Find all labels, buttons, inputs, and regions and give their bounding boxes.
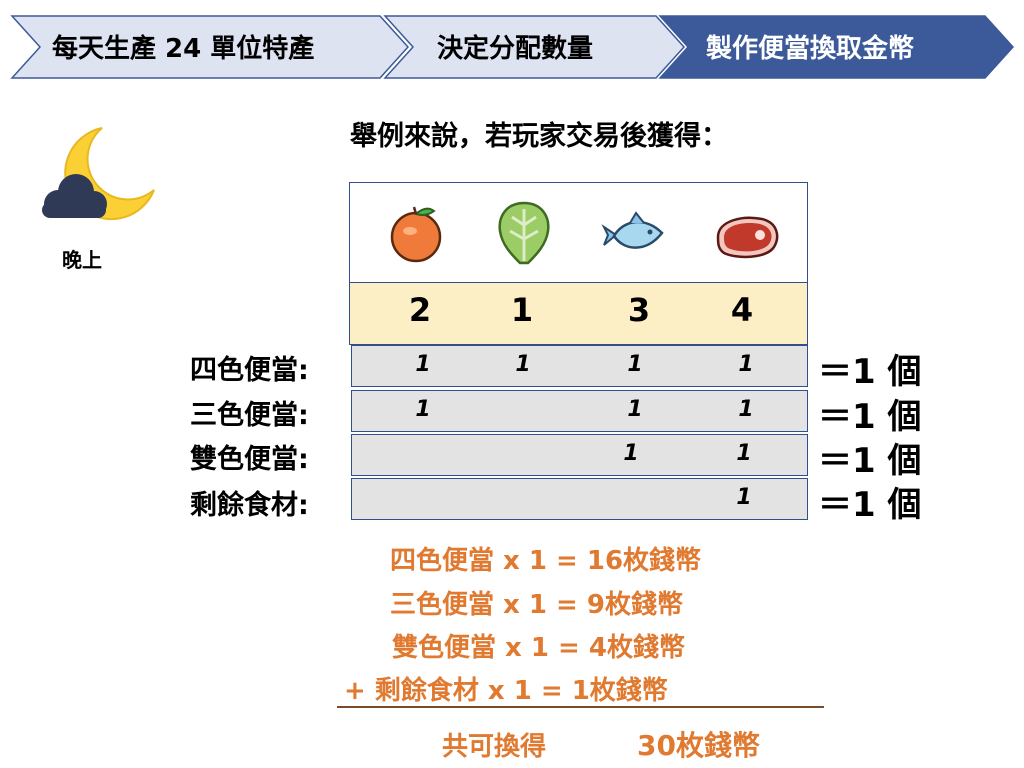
bento-cell: 1 <box>738 352 754 377</box>
ingredient-icon-panel <box>349 182 808 283</box>
meat-qty: 4 <box>730 291 754 329</box>
bento-row-label: 四色便當: <box>190 355 309 386</box>
meat-icon <box>716 216 779 259</box>
orange-icon <box>390 206 442 263</box>
bento-cell: 1 <box>515 352 531 377</box>
bento-row: 1 1 1 <box>351 390 808 432</box>
lettuce-qty: 1 <box>510 291 534 329</box>
bento-cell: 1 <box>736 485 752 510</box>
step-progress-bar: 每天生產 24 單位特產 決定分配數量 製作便當換取金幣 <box>0 14 1024 80</box>
step-1-label[interactable]: 每天生產 24 單位特產 <box>52 28 314 65</box>
moon-cloud-icon <box>42 127 155 221</box>
fish-icon <box>601 211 664 249</box>
example-heading: 舉例來說，若玩家交易後獲得： <box>350 121 728 152</box>
total-value: 30枚錢幣 <box>637 729 760 762</box>
sum-line-leftover: + 剩餘食材 x 1 = 1枚錢幣 <box>344 676 668 706</box>
bento-cell: 1 <box>627 352 643 377</box>
bento-row-label: 剩餘食材: <box>190 490 309 521</box>
sum-line-two-color: 雙色便當 x 1 = 4枚錢幣 <box>392 633 685 663</box>
sum-line-four-color: 四色便當 x 1 = 16枚錢幣 <box>390 546 702 576</box>
bento-row: 1 <box>351 478 808 520</box>
step-3-label[interactable]: 製作便當換取金幣 <box>706 28 914 65</box>
bento-row: 1 1 <box>351 434 808 476</box>
bento-cell: 1 <box>736 441 752 466</box>
bento-row-result: ＝1 個 <box>818 397 922 437</box>
step-2-label[interactable]: 決定分配數量 <box>437 28 593 65</box>
bento-cell: 1 <box>415 397 431 422</box>
bento-cell: 1 <box>738 397 754 422</box>
bento-cell: 1 <box>415 352 431 377</box>
bento-row-result: ＝1 個 <box>818 352 922 392</box>
bento-row-label: 雙色便當: <box>190 444 309 475</box>
bento-row-result: ＝1 個 <box>818 441 922 481</box>
bento-row-result: ＝1 個 <box>818 485 922 525</box>
time-of-day-label: 晚上 <box>62 248 102 272</box>
bento-cell: 1 <box>627 397 643 422</box>
total-label: 共可換得 <box>442 732 547 762</box>
bento-cell: 1 <box>623 441 639 466</box>
bento-row: 1 1 1 1 <box>351 345 808 387</box>
bento-row-label: 三色便當: <box>190 400 309 431</box>
orange-qty: 2 <box>408 291 432 329</box>
ingredient-quantity-row: 2 1 3 4 <box>349 283 808 345</box>
lettuce-icon <box>498 201 550 265</box>
fish-qty: 3 <box>627 291 651 329</box>
sum-line-three-color: 三色便當 x 1 = 9枚錢幣 <box>390 590 683 620</box>
sum-divider <box>337 706 824 708</box>
